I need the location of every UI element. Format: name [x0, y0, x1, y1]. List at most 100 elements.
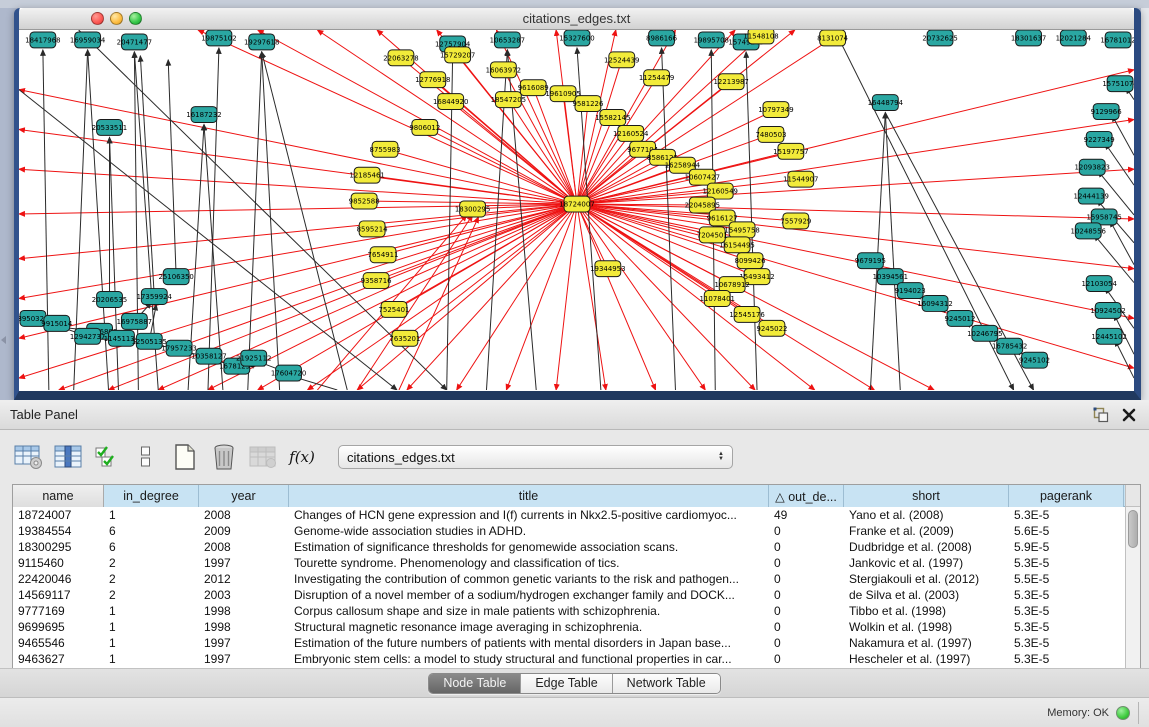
teal-node[interactable]: 9679195: [855, 253, 886, 269]
table-row[interactable]: 977716911998Corpus callosum shape and si…: [13, 603, 1125, 619]
yellow-node[interactable]: 7557929: [780, 213, 811, 229]
yellow-node[interactable]: 7480503: [755, 126, 786, 142]
black-citation-edge[interactable]: [248, 52, 262, 390]
hub-node[interactable]: 18724007: [559, 196, 594, 212]
cell-out_degree[interactable]: 0: [769, 635, 844, 651]
teal-node[interactable]: 9227349: [1084, 131, 1115, 147]
table-row[interactable]: 1830029562008Estimation of significance …: [13, 539, 1125, 555]
column-header-title[interactable]: title: [289, 485, 769, 507]
table-row[interactable]: 969969511998Structural magnetic resonanc…: [13, 619, 1125, 635]
cell-title[interactable]: Changes of HCN gene expression and I(f) …: [289, 507, 769, 523]
teal-node[interactable]: 18417968: [25, 32, 60, 48]
citation-network-graph[interactable]: 1841796816959034204714771987510219297618…: [19, 30, 1134, 390]
teal-node[interactable]: 20471477: [117, 34, 152, 50]
scrollbar-thumb[interactable]: [1128, 510, 1138, 548]
cell-short[interactable]: Stergiakouli et al. (2012): [844, 571, 1009, 587]
cell-in_degree[interactable]: 6: [104, 523, 199, 539]
cell-pagerank[interactable]: 5.3E-5: [1009, 603, 1124, 619]
yellow-node[interactable]: 10797349: [758, 102, 793, 118]
cell-pagerank[interactable]: 5.3E-5: [1009, 587, 1124, 603]
teal-node[interactable]: 19895708: [694, 32, 729, 48]
column-header-name[interactable]: name: [13, 485, 104, 507]
network-window-titlebar[interactable]: citations_edges.txt: [19, 8, 1134, 30]
red-citation-edge[interactable]: [109, 204, 577, 390]
teal-node[interactable]: 10924502: [1090, 302, 1125, 318]
teal-node[interactable]: 8986166: [646, 30, 677, 46]
delete-icon[interactable]: [207, 442, 241, 472]
column-header-out_degree[interactable]: △ out_de...: [769, 485, 844, 507]
yellow-node[interactable]: 22063278: [383, 50, 418, 66]
teal-node[interactable]: 16187232: [186, 107, 221, 123]
import-table-icon[interactable]: [246, 442, 280, 472]
yellow-node[interactable]: 8099426: [735, 253, 766, 269]
yellow-node[interactable]: 12160524: [613, 125, 649, 141]
cell-in_degree[interactable]: 6: [104, 539, 199, 555]
yellow-node[interactable]: 8595214: [357, 221, 389, 237]
cell-out_degree[interactable]: 0: [769, 619, 844, 635]
cell-year[interactable]: 2009: [199, 523, 289, 539]
red-citation-edge[interactable]: [357, 204, 577, 390]
yellow-node[interactable]: 15729207: [440, 47, 475, 63]
teal-node[interactable]: 12445102: [1091, 328, 1126, 344]
teal-node[interactable]: 17604720: [271, 365, 306, 381]
cell-short[interactable]: Dudbridge et al. (2008): [844, 539, 1009, 555]
cell-pagerank[interactable]: 5.3E-5: [1009, 555, 1124, 571]
yellow-node[interactable]: 9616089: [518, 80, 549, 96]
cell-pagerank[interactable]: 5.6E-5: [1009, 523, 1124, 539]
black-citation-edge[interactable]: [43, 50, 49, 390]
red-citation-edge[interactable]: [399, 217, 479, 390]
black-citation-edge[interactable]: [208, 48, 219, 390]
cell-title[interactable]: Investigating the contribution of common…: [289, 571, 769, 587]
cell-title[interactable]: Tourette syndrome. Phenomenology and cla…: [289, 555, 769, 571]
cell-pagerank[interactable]: 5.3E-5: [1009, 507, 1124, 523]
teal-node[interactable]: 9194023: [895, 283, 926, 299]
red-citation-edge[interactable]: [357, 215, 472, 390]
cell-pagerank[interactable]: 5.9E-5: [1009, 539, 1124, 555]
cell-in_degree[interactable]: 2: [104, 587, 199, 603]
yellow-node[interactable]: 12185461: [349, 167, 384, 183]
yellow-node[interactable]: 16063972: [486, 62, 521, 78]
cell-in_degree[interactable]: 2: [104, 555, 199, 571]
teal-node[interactable]: 16448794: [868, 95, 904, 111]
yellow-node[interactable]: 8755983: [370, 141, 401, 157]
cell-name[interactable]: 9465546: [13, 635, 104, 651]
cell-short[interactable]: de Silva et al. (2003): [844, 587, 1009, 603]
cell-title[interactable]: Estimation of the future numbers of pati…: [289, 635, 769, 651]
yellow-node[interactable]: 7525401: [378, 301, 409, 317]
cell-year[interactable]: 1997: [199, 651, 289, 667]
table-scrollbar[interactable]: [1125, 485, 1140, 668]
yellow-node[interactable]: 15197757: [773, 143, 808, 159]
cell-name[interactable]: 9115460: [13, 555, 104, 571]
function-builder-icon[interactable]: f(x): [285, 442, 319, 472]
red-citation-edge[interactable]: [385, 149, 577, 204]
cell-name[interactable]: 14569117: [13, 587, 104, 603]
teal-node[interactable]: 10246795: [967, 325, 1002, 341]
teal-node[interactable]: 16975887: [117, 313, 152, 329]
red-citation-edge[interactable]: [496, 30, 577, 204]
teal-node[interactable]: 12093823: [1075, 159, 1110, 175]
table-row[interactable]: 946554611997Estimation of the future num…: [13, 635, 1125, 651]
cell-title[interactable]: Disruption of a novel member of a sodium…: [289, 587, 769, 603]
cell-title[interactable]: Corpus callosum shape and size in male p…: [289, 603, 769, 619]
column-header-pagerank[interactable]: pagerank: [1009, 485, 1124, 507]
teal-node[interactable]: 9245102: [1019, 352, 1050, 368]
table-row[interactable]: 1938455462009Genome-wide association stu…: [13, 523, 1125, 539]
cell-name[interactable]: 22420046: [13, 571, 104, 587]
teal-node[interactable]: 16785432: [992, 338, 1027, 354]
teal-node[interactable]: 16781012: [1100, 32, 1134, 48]
teal-node[interactable]: 15751074: [1102, 76, 1134, 92]
cell-short[interactable]: Nakamura et al. (1997): [844, 635, 1009, 651]
yellow-node[interactable]: 19344953: [590, 261, 625, 277]
yellow-node[interactable]: 7654911: [368, 247, 399, 263]
cell-year[interactable]: 2008: [199, 507, 289, 523]
clear-selection-icon[interactable]: [129, 442, 163, 472]
table-row[interactable]: 1872400712008Changes of HCN gene express…: [13, 507, 1125, 523]
teal-node[interactable]: 16094312: [917, 296, 952, 312]
column-header-in_degree[interactable]: in_degree: [104, 485, 199, 507]
cell-in_degree[interactable]: 1: [104, 619, 199, 635]
black-citation-edge[interactable]: [262, 52, 280, 390]
cell-out_degree[interactable]: 0: [769, 587, 844, 603]
show-columns-icon[interactable]: [51, 442, 85, 472]
cell-out_degree[interactable]: 0: [769, 555, 844, 571]
cell-short[interactable]: Tibbo et al. (1998): [844, 603, 1009, 619]
